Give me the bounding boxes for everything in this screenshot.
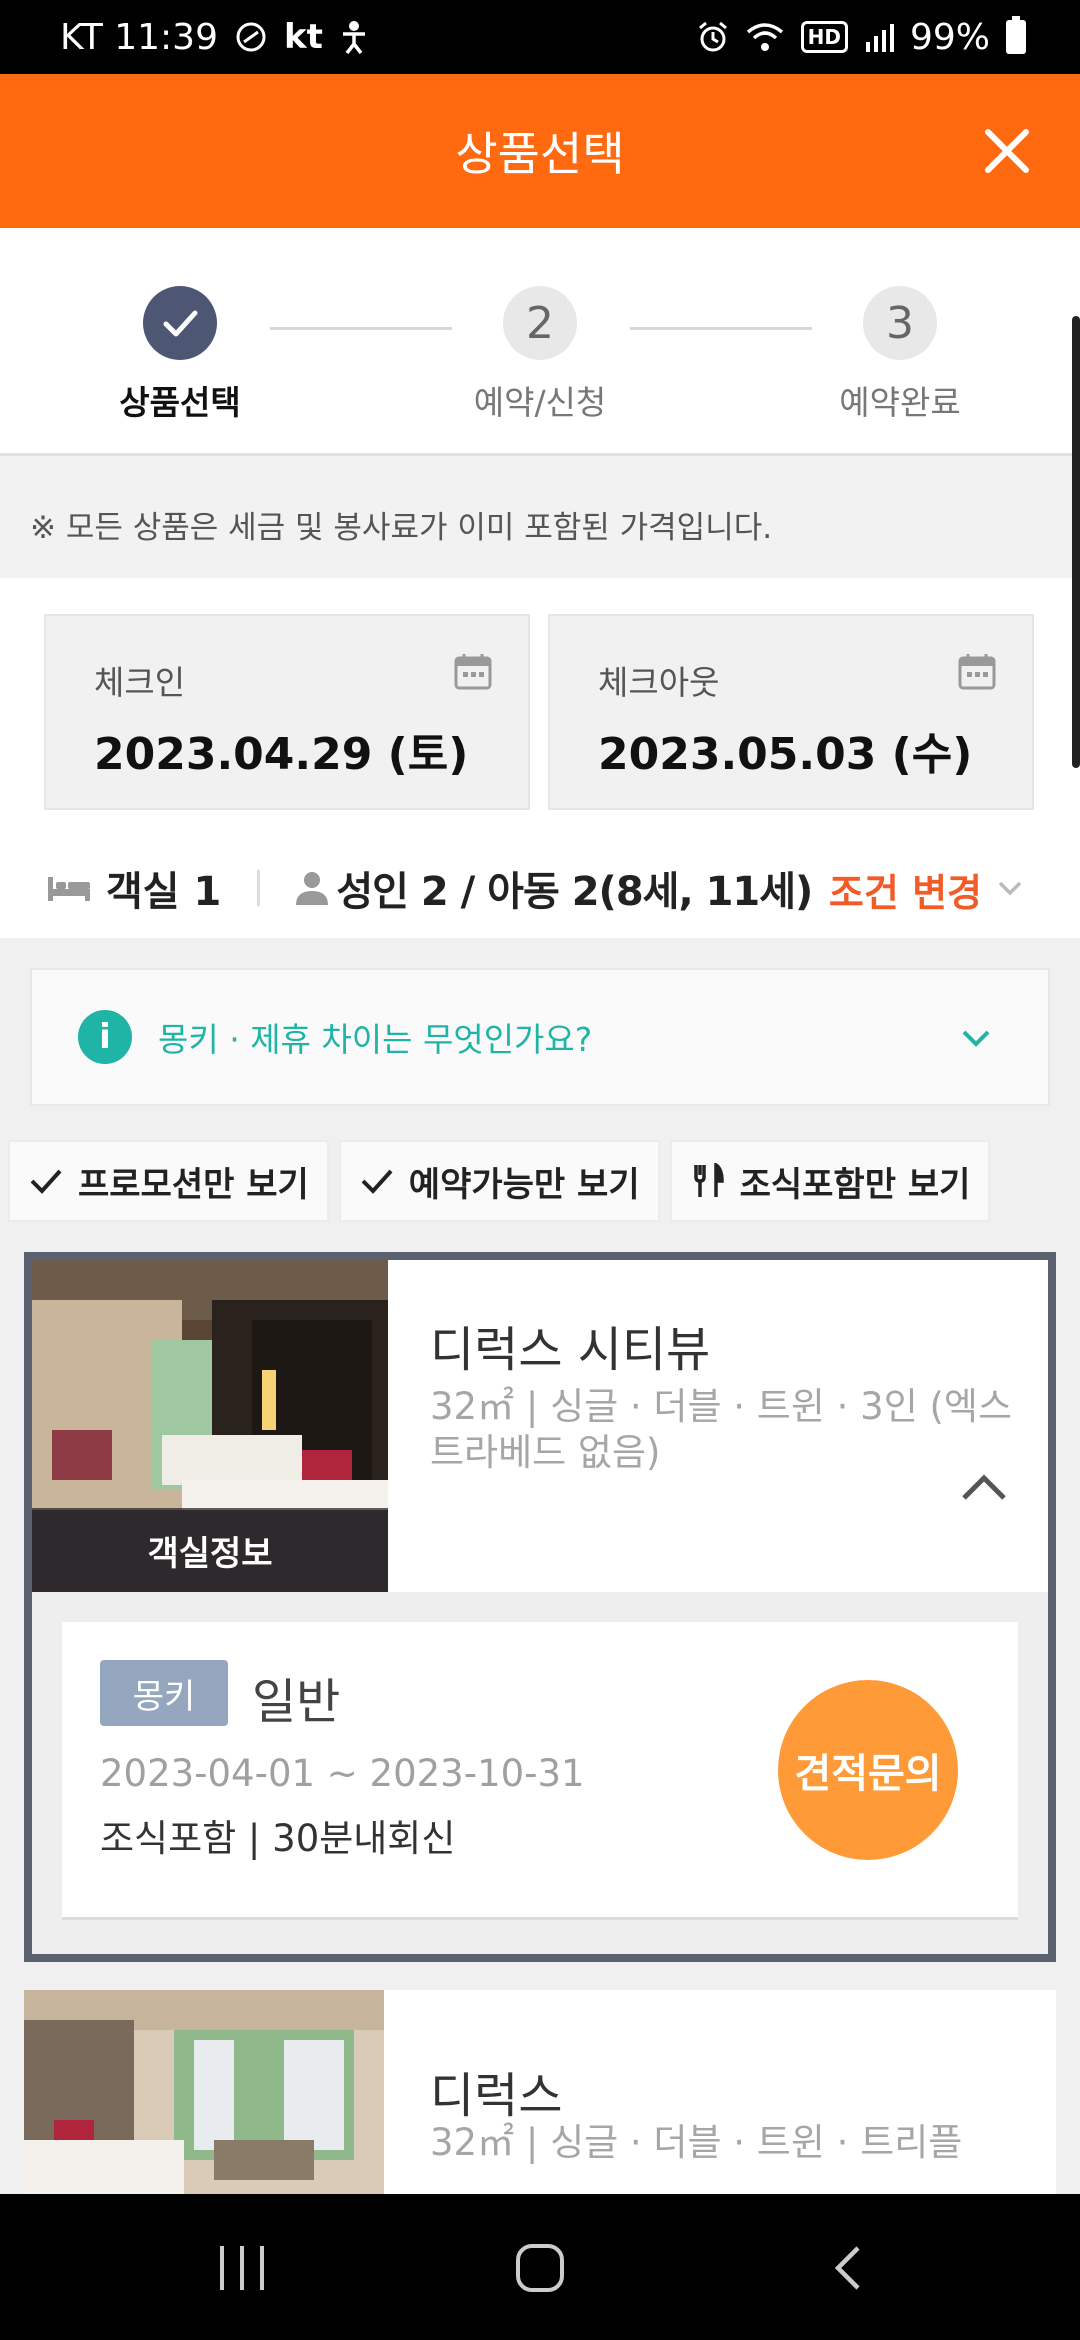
check-icon xyxy=(143,286,217,360)
room-photo[interactable]: 객실정보 xyxy=(32,1260,388,1592)
calendar-icon xyxy=(454,654,492,690)
battery-icon xyxy=(1006,16,1026,54)
battery-text: 99% xyxy=(909,16,990,58)
room-photo[interactable] xyxy=(24,1990,384,2194)
room-card[interactable]: 디럭스 32㎡ | 싱글 · 더블 · 트윈 · 트리플 xyxy=(24,1990,1056,2194)
system-nav-bar xyxy=(0,2194,1080,2340)
signal-icon xyxy=(864,22,894,52)
filter-label: 예약가능만 보기 xyxy=(408,1164,640,1205)
filter-breakfast[interactable]: 조식포함만 보기 xyxy=(669,1140,991,1222)
utensils-icon xyxy=(693,1163,724,1197)
faq-question: 몽키 · 제휴 차이는 무엇인가요? xyxy=(158,1020,593,1059)
step-reservation: 2 예약/신청 xyxy=(410,286,670,424)
progress-steps: 상품선택 2 예약/신청 3 예약완료 xyxy=(0,228,1080,456)
room-header[interactable]: 객실정보 디럭스 시티뷰 32㎡ | 싱글 · 더블 · 트윈 · 3인 (엑스… xyxy=(32,1260,1048,1592)
filter-available[interactable]: 예약가능만 보기 xyxy=(338,1140,660,1222)
step-label: 예약/신청 xyxy=(473,383,607,422)
info-icon: i xyxy=(78,1010,132,1064)
step-label: 상품선택 xyxy=(119,383,241,422)
room-info-label: 객실정보 xyxy=(32,1508,388,1592)
calendar-icon xyxy=(958,654,996,690)
step-number: 2 xyxy=(503,286,577,360)
checkin-box[interactable]: 체크인 2023.04.29 (토) xyxy=(44,614,530,810)
rate-conditions: 조식포함 | 30분내회신 xyxy=(100,1817,456,1860)
status-bar: KT 11:39 kt HD 99% xyxy=(0,0,1080,74)
change-conditions-button[interactable]: 조건 변경 xyxy=(829,862,982,917)
room-count: 객실 1 xyxy=(106,869,222,915)
faq-accordion[interactable]: i 몽키 · 제휴 차이는 무엇인가요? xyxy=(30,968,1050,1106)
check-icon xyxy=(30,1169,62,1194)
rate-plan: 몽키 일반 2023-04-01 ~ 2023-10-31 조식포함 | 30분… xyxy=(62,1622,1018,1920)
hd-voice-icon: HD xyxy=(800,21,848,53)
guest-count: 성인 2 / 아동 2(8세, 11세) xyxy=(336,869,813,915)
scrollbar[interactable] xyxy=(1072,316,1080,768)
room-name: 디럭스 xyxy=(430,2068,563,2124)
accessibility-icon xyxy=(339,20,369,54)
bed-icon xyxy=(48,877,90,901)
filter-label: 조식포함만 보기 xyxy=(739,1164,971,1205)
chevron-up-icon[interactable] xyxy=(960,1470,1008,1504)
room-spec: 32㎡ | 싱글 · 더블 · 트윈 · 트리플 xyxy=(430,2121,963,2164)
step-number: 3 xyxy=(863,286,937,360)
step-complete: 3 예약완료 xyxy=(770,286,1030,424)
recent-apps-icon[interactable] xyxy=(216,2244,268,2292)
room-spec: 32㎡ | 싱글 · 더블 · 트윈 · 3인 (엑스트라베드 없음) xyxy=(430,1385,1013,1475)
check-icon xyxy=(361,1169,393,1194)
kt-logo: kt xyxy=(284,17,323,57)
room-name: 디럭스 시티뷰 xyxy=(430,1322,711,1378)
checkout-date: 2023.05.03 (수) xyxy=(598,729,973,780)
status-left: KT 11:39 kt xyxy=(60,17,369,58)
alarm-icon xyxy=(697,21,729,53)
step-select-product: 상품선택 xyxy=(50,286,310,424)
divider xyxy=(257,870,261,906)
wifi-icon xyxy=(745,21,785,53)
chevron-down-icon xyxy=(962,1030,990,1047)
status-right: HD 99% xyxy=(697,16,1026,58)
rate-period: 2023-04-01 ~ 2023-10-31 xyxy=(100,1752,585,1795)
filter-bar: 프로모션만 보기 예약가능만 보기 조식포함만 보기 xyxy=(8,1140,991,1222)
room-photo-image xyxy=(24,1990,384,2194)
room-card: 객실정보 디럭스 시티뷰 32㎡ | 싱글 · 더블 · 트윈 · 3인 (엑스… xyxy=(24,1252,1056,1962)
rate-name: 일반 xyxy=(252,1674,341,1730)
filter-promotion[interactable]: 프로모션만 보기 xyxy=(8,1140,329,1222)
chevron-down-icon[interactable] xyxy=(996,874,1024,902)
person-icon xyxy=(296,872,329,905)
rate-badge: 몽키 xyxy=(100,1660,228,1726)
close-icon[interactable] xyxy=(974,118,1040,184)
step-label: 예약완료 xyxy=(839,383,961,422)
home-icon[interactable] xyxy=(514,2242,566,2294)
page-title: 상품선택 xyxy=(455,127,625,181)
checkout-box[interactable]: 체크아웃 2023.05.03 (수) xyxy=(548,614,1034,810)
nfc-icon xyxy=(234,20,268,54)
carrier-time: KT 11:39 xyxy=(60,16,218,58)
back-icon[interactable] xyxy=(828,2244,868,2292)
filter-label: 프로모션만 보기 xyxy=(78,1164,309,1205)
tax-notice: ※ 모든 상품은 세금 및 봉사료가 이미 포함된 가격입니다. xyxy=(0,456,1080,578)
checkin-date: 2023.04.29 (토) xyxy=(94,729,469,780)
page-header: 상품선택 xyxy=(0,74,1080,228)
search-conditions: 객실 1 성인 2 / 아동 2(8세, 11세) 조건 변경 xyxy=(0,838,1080,938)
quote-request-button[interactable]: 견적문의 xyxy=(778,1680,958,1860)
